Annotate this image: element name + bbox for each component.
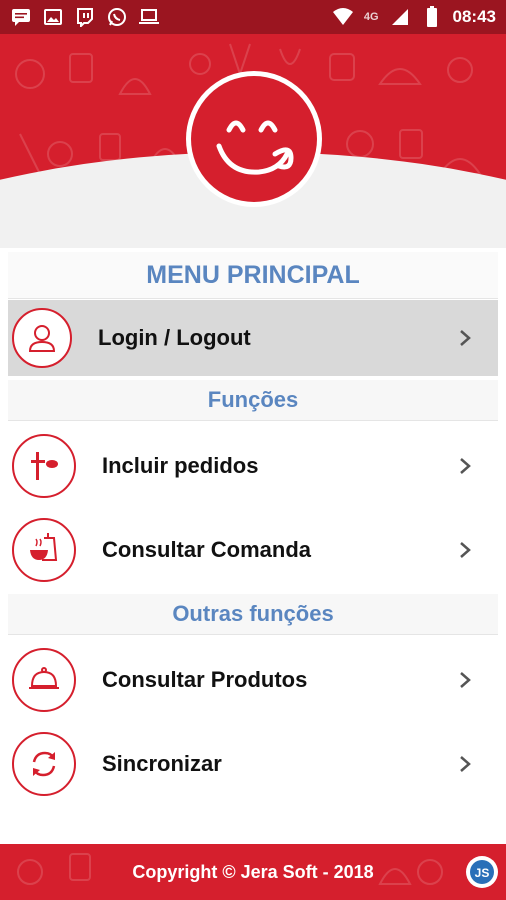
chevron-right-icon (460, 330, 471, 346)
signal-icon (389, 6, 411, 28)
menu-item-login[interactable]: Login / Logout (8, 300, 498, 376)
cloche-icon (12, 648, 76, 712)
wifi-icon (332, 6, 354, 28)
menu-item-label: Consultar Comanda (102, 537, 312, 562)
chevron-right-icon (460, 756, 471, 772)
bowl-receipt-icon (12, 518, 76, 582)
status-bar: 4G 08:43 (0, 0, 506, 34)
clock: 08:43 (452, 7, 496, 26)
twitch-icon (74, 6, 96, 28)
menu-item-sincronizar[interactable]: Sincronizar (8, 726, 498, 802)
battery-icon (421, 6, 443, 28)
whatsapp-icon (106, 6, 128, 28)
chevron-right-icon (460, 542, 471, 558)
badge-text: JS (475, 866, 490, 880)
image-icon (42, 6, 64, 28)
menu-item-consultar-comanda[interactable]: Consultar Comanda (8, 512, 498, 588)
fork-spoon-icon (12, 434, 76, 498)
network-type: 4G (363, 11, 379, 23)
smiley-face-icon (216, 120, 294, 175)
main-menu: MENU PRINCIPAL Login / Logout Funções In… (0, 248, 506, 844)
menu-title: MENU PRINCIPAL (8, 252, 498, 299)
footer: Copyright © Jera Soft - 2018 JS (0, 844, 506, 900)
message-icon (10, 6, 32, 28)
sync-icon (12, 732, 76, 796)
user-icon (12, 308, 72, 368)
laptop-icon (138, 6, 160, 28)
menu-item-incluir-pedidos[interactable]: Incluir pedidos (8, 428, 498, 504)
menu-item-consultar-produtos[interactable]: Consultar Produtos (8, 642, 498, 718)
copyright-text: Copyright © Jera Soft - 2018 (132, 861, 374, 882)
menu-item-label: Sincronizar (102, 751, 222, 776)
section-header-functions: Funções (8, 380, 498, 421)
chevron-right-icon (460, 458, 471, 474)
chevron-right-icon (460, 672, 471, 688)
menu-item-label: Consultar Produtos (102, 667, 308, 692)
app-logo (186, 71, 322, 207)
menu-item-label: Incluir pedidos (102, 453, 259, 478)
section-header-other-functions: Outras funções (8, 594, 498, 635)
header-banner (0, 34, 506, 248)
jera-soft-logo: JS (466, 856, 498, 888)
menu-item-label: Login / Logout (98, 325, 251, 350)
